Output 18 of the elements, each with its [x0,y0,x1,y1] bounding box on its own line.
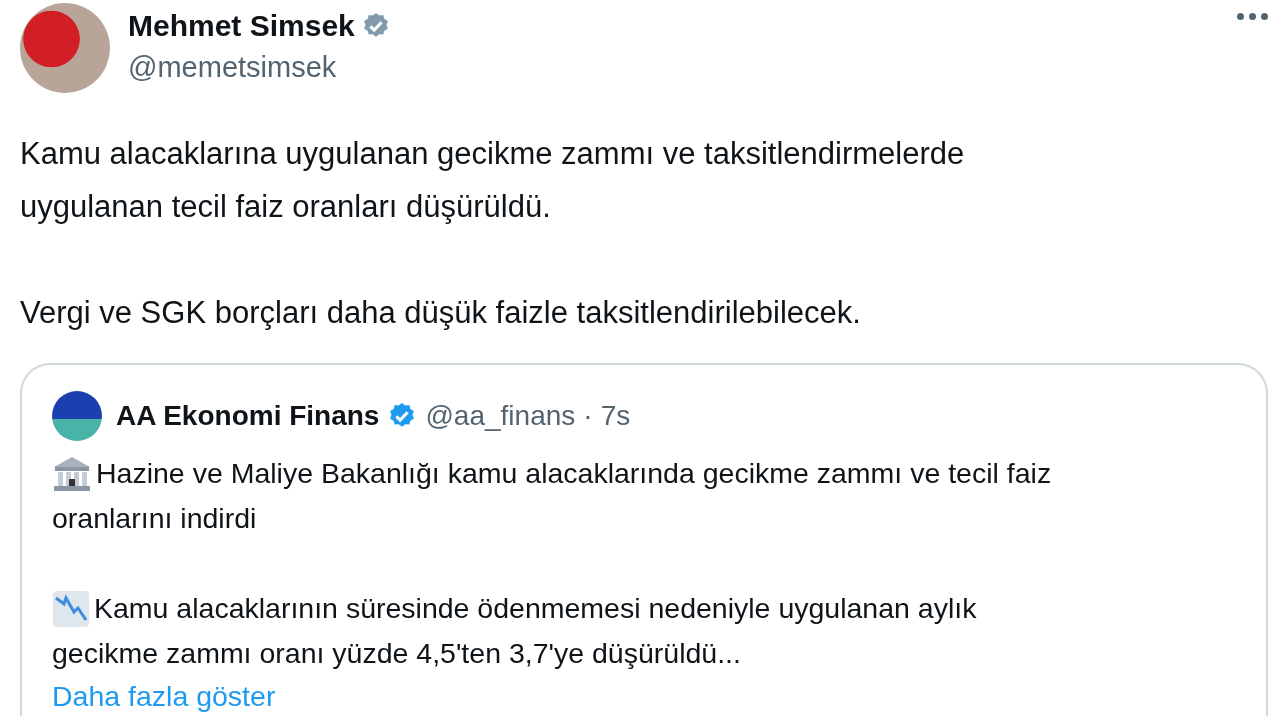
chart-decreasing-icon [52,589,90,628]
bank-building-icon [52,454,92,493]
post-text-line: Kamu alacaklarına uygulanan gecikme zammı ve taksitlendirmelerde [20,135,966,173]
quoted-text-line: oranlarını indirdi [52,501,257,536]
author-handle[interactable]: @memetsimsek [128,51,391,84]
post-time: 7s [600,400,631,432]
author-name[interactable]: Mehmet Simsek [128,9,355,43]
post-text-line: Vergi ve SGK borçları daha düşük faizle taksitlendirilebilecek. [20,294,862,332]
quoted-post-card[interactable] [20,363,1268,716]
quoted-avatar-photo-placeholder [52,391,102,441]
quoted-author-name: AA Ekonomi Finans [116,400,380,432]
post-text-line: uygulanan tecil faiz oranları düşürüldü. [20,188,552,226]
separator-dot: · [583,400,593,432]
more-options-icon[interactable] [1237,13,1268,20]
quoted-author-handle: @aa_finans [425,400,576,432]
quoted-text-line: gecikme zammı oranı yüzde 4,5'ten 3,7'ye düşürüldü... [52,636,741,671]
quoted-text-line: Kamu alacaklarının süresinde ödenmemesi nedeniyle uygulanan aylık [94,591,977,626]
quoted-text-line: Hazine ve Maliye Bakanlığı kamu alacaklarında gecikme zammı ve tecil faiz [96,456,1052,491]
